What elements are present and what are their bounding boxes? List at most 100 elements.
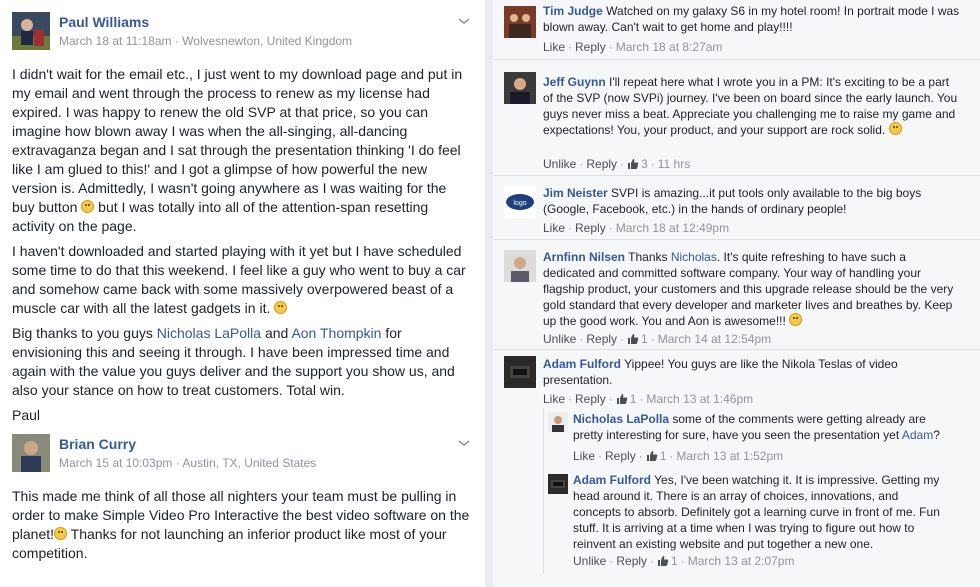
avatar[interactable]	[548, 412, 568, 432]
mention-link[interactable]: Adam	[902, 428, 933, 442]
avatar[interactable]	[504, 250, 536, 282]
reply-text: Nicholas LaPolla some of the comments we…	[573, 411, 943, 443]
reply-link[interactable]: Reply	[605, 449, 636, 463]
commenter-name[interactable]: Jim Neister	[543, 186, 608, 200]
avatar[interactable]	[548, 474, 568, 494]
left-post-column: Paul Williams March 18 at 11:18am · Wolv…	[0, 0, 485, 587]
comment-timestamp[interactable]: March 18 at 8:27am	[616, 40, 723, 54]
comment-thread: Adam Fulford Yippee! You guys are like t…	[493, 350, 980, 587]
commenter-name[interactable]: Jeff Guynn	[543, 75, 606, 89]
comment-actions: Like · Reply · March 18 at 8:27am	[543, 40, 723, 54]
reply-actions: Unlike · Reply · 1 · March 13 at 2:07pm	[573, 554, 795, 568]
post-timestamp[interactable]: March 15 at 10:03pm · Austin, TX, United…	[59, 456, 316, 470]
comment-text: Arnfinn Nilsen Thanks Nicholas. It's qui…	[543, 249, 961, 329]
mention-link[interactable]: Aon Thompkin	[291, 325, 381, 341]
comment-body: Thanks	[628, 250, 671, 264]
reply: Adam Fulford Yes, I've been watching it.…	[543, 466, 980, 574]
reply-text: Adam Fulford Yes, I've been watching it.…	[573, 472, 943, 552]
avatar[interactable]	[504, 356, 536, 388]
avatar[interactable]	[12, 434, 50, 472]
like-link[interactable]: Like	[543, 392, 565, 406]
commenter-name[interactable]: Tim Judge	[543, 4, 603, 18]
like-link[interactable]: Like	[543, 221, 565, 235]
comment-actions: Like · Reply · 1 · March 13 at 1:46pm	[543, 392, 754, 406]
unlike-link[interactable]: Unlike	[543, 157, 576, 171]
comment: Arnfinn Nilsen Thanks Nicholas. It's qui…	[493, 240, 980, 350]
post-text: Big thanks to you guys	[12, 325, 157, 341]
thumbs-up-icon[interactable]	[616, 393, 628, 405]
like-count[interactable]: 1	[641, 332, 648, 346]
smiley-emoji-icon	[789, 313, 803, 326]
comment-timestamp[interactable]: March 14 at 12:54pm	[658, 332, 771, 346]
chevron-down-icon[interactable]	[457, 16, 471, 26]
post-body: This made me think of all those all nigh…	[12, 487, 472, 569]
unlike-link[interactable]: Unlike	[543, 332, 576, 346]
reply-body: ?	[933, 428, 940, 442]
reply-actions: Like · Reply · 1 · March 13 at 1:52pm	[573, 449, 784, 463]
reply: Nicholas LaPolla some of the comments we…	[543, 408, 980, 466]
reply-link[interactable]: Reply	[575, 40, 606, 54]
reply-link[interactable]: Reply	[575, 392, 606, 406]
comment: Jeff Guynn I'll repeat here what I wrote…	[493, 66, 980, 176]
chevron-down-icon[interactable]	[457, 438, 471, 448]
like-count[interactable]: 1	[630, 392, 637, 406]
smiley-emoji-icon	[274, 301, 288, 314]
commenter-name[interactable]: Nicholas LaPolla	[573, 412, 669, 426]
post-paragraph: I haven't downloaded and started playing…	[12, 242, 472, 318]
comment: logo Jim Neister SVPI is amazing...it pu…	[493, 176, 980, 240]
comments-column: Tim Judge Watched on my galaxy S6 in my …	[493, 0, 980, 587]
unlike-link[interactable]: Unlike	[573, 554, 606, 568]
post-text: I haven't downloaded and started playing…	[12, 243, 466, 316]
post-brian-curry: Brian Curry March 15 at 10:03pm · Austin…	[0, 434, 485, 584]
reply-link[interactable]: Reply	[586, 332, 617, 346]
post-paul-williams: Paul Williams March 18 at 11:18am · Wolv…	[0, 12, 485, 423]
thumbs-up-icon[interactable]	[646, 450, 658, 462]
reply-link[interactable]: Reply	[586, 157, 617, 171]
avatar[interactable]	[12, 12, 50, 50]
author-name[interactable]: Paul Williams	[59, 14, 149, 30]
smiley-emoji-icon	[888, 122, 902, 135]
like-link[interactable]: Like	[543, 40, 565, 54]
avatar[interactable]	[504, 72, 536, 104]
commenter-name[interactable]: Arnfinn Nilsen	[543, 250, 625, 264]
comment-timestamp[interactable]: March 13 at 1:46pm	[646, 392, 753, 406]
commenter-name[interactable]: Adam Fulford	[543, 357, 621, 371]
reply-link[interactable]: Reply	[616, 554, 647, 568]
post-body: I didn't wait for the email etc., I just…	[12, 65, 472, 431]
commenter-name[interactable]: Adam Fulford	[573, 473, 651, 487]
post-timestamp[interactable]: March 18 at 11:18am · Wolvesnewton, Unit…	[59, 34, 352, 48]
post-paragraph: I didn't wait for the email etc., I just…	[12, 65, 472, 236]
thumbs-up-icon[interactable]	[627, 158, 639, 170]
post-text: Thanks for not launching an inferior pro…	[12, 526, 447, 561]
comment-actions: Like · Reply · March 18 at 12:49pm	[543, 221, 730, 235]
comment-text: Jim Neister SVPI is amazing...it put too…	[543, 185, 961, 217]
author-name[interactable]: Brian Curry	[59, 436, 136, 452]
reply-link[interactable]: Reply	[575, 221, 606, 235]
like-count[interactable]: 1	[660, 449, 667, 463]
reply-timestamp[interactable]: March 13 at 1:52pm	[676, 449, 783, 463]
like-link[interactable]: Like	[573, 449, 595, 463]
like-count[interactable]: 3	[641, 157, 648, 171]
comment-timestamp[interactable]: 11 hrs	[658, 157, 690, 171]
thumbs-up-icon[interactable]	[627, 333, 639, 345]
comment-timestamp[interactable]: March 18 at 12:49pm	[616, 221, 729, 235]
comment: Tim Judge Watched on my galaxy S6 in my …	[493, 0, 980, 60]
column-divider	[485, 0, 493, 587]
smiley-emoji-icon	[81, 200, 95, 213]
avatar[interactable]	[504, 6, 536, 38]
svg-text:logo: logo	[513, 200, 526, 207]
avatar[interactable]: logo	[504, 186, 536, 218]
comment-actions: Unlike · Reply · 1 · March 14 at 12:54pm	[543, 332, 772, 346]
post-paragraph: This made me think of all those all nigh…	[12, 487, 472, 563]
thumbs-up-icon[interactable]	[657, 555, 669, 567]
comment-text: Jeff Guynn I'll repeat here what I wrote…	[543, 74, 961, 138]
reply-timestamp[interactable]: March 13 at 2:07pm	[688, 554, 795, 568]
comment-actions: Unlike · Reply · 3 · 11 hrs	[543, 157, 691, 171]
post-paragraph: Big thanks to you guys Nicholas LaPolla …	[12, 324, 472, 400]
comment-body: Watched on my galaxy S6 in my hotel room…	[543, 4, 960, 34]
mention-link[interactable]: Nicholas	[671, 250, 717, 264]
like-count[interactable]: 1	[671, 554, 678, 568]
comment-text: Tim Judge Watched on my galaxy S6 in my …	[543, 3, 961, 35]
relieved-emoji-icon	[54, 527, 68, 540]
mention-link[interactable]: Nicholas LaPolla	[157, 325, 261, 341]
